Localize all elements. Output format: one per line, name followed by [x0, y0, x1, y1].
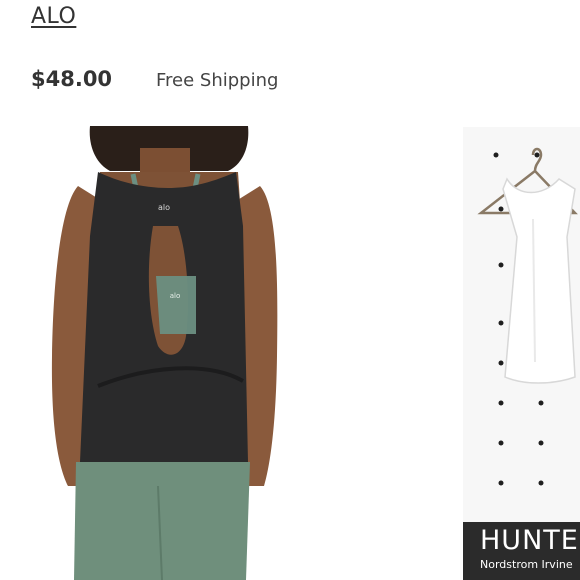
photo-carousel[interactable]: alo alo alo [0, 126, 580, 580]
tank-logo-text: alo [158, 203, 170, 212]
svg-text:alo: alo [170, 292, 181, 300]
model-back-illustration: alo alo alo [51, 126, 278, 580]
brand-link[interactable]: ALO [31, 4, 76, 29]
price: $48.00 [31, 67, 113, 91]
store-banner-subtitle: Nordstrom Irvine [480, 558, 573, 571]
hanging-tank-illustration [477, 147, 578, 486]
product-photo-secondary[interactable]: HUNTE Nordstrom Irvine [463, 127, 580, 580]
store-banner-title: HUNTE [480, 525, 579, 556]
product-photo-main[interactable]: alo alo alo [38, 126, 348, 580]
store-banner: HUNTE Nordstrom Irvine [463, 522, 580, 580]
shipping-label: Free Shipping [156, 70, 279, 91]
